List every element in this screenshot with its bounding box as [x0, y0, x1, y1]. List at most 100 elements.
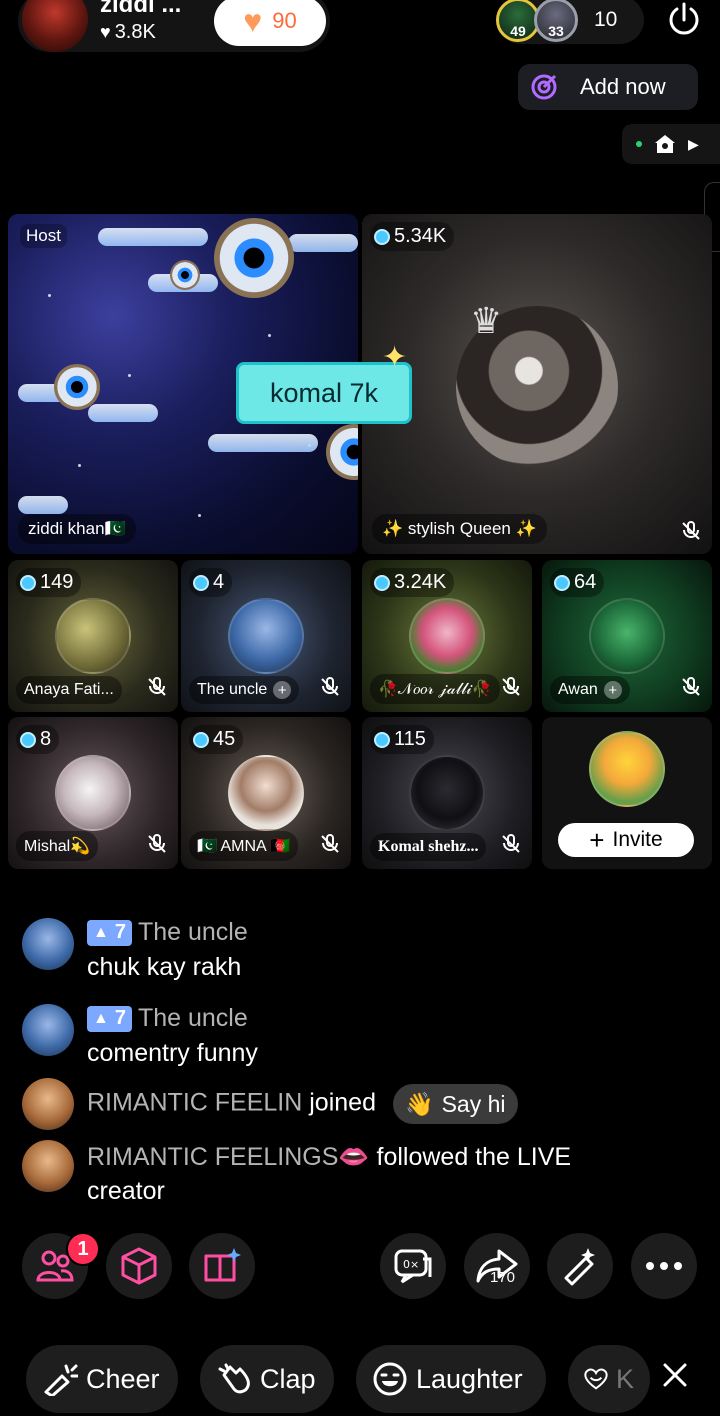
clap-icon — [218, 1363, 250, 1394]
guest-tile[interactable]: 8 Mishal💫 — [8, 717, 178, 869]
invite-button[interactable]: + Invite — [558, 823, 694, 857]
guest-avatar — [409, 755, 485, 831]
coin-icon — [193, 731, 209, 748]
target-icon — [531, 74, 557, 100]
add-now-button[interactable]: Add now — [518, 64, 698, 110]
chat-avatar[interactable] — [22, 1140, 74, 1192]
coin-icon — [374, 228, 390, 245]
guest-name-chip: ✨ stylish Queen ✨ — [372, 514, 547, 544]
guest-name-chip: 🥀𝒩𝑜𝑜𝓇 𝒿𝒶𝓁𝓁𝒾🥀 — [370, 674, 500, 704]
viewers-pill[interactable]: 49 33 10 — [496, 0, 644, 44]
event-action-2: creator — [87, 1177, 165, 1205]
close-icon[interactable] — [660, 1360, 690, 1390]
guest-name: Awan — [558, 681, 598, 698]
cloud-decoration — [288, 234, 358, 252]
more-dots-icon — [646, 1262, 682, 1270]
guest-avatar — [55, 755, 131, 831]
guest-tile[interactable]: 45 🇵🇰 AMNA 🇦🇫 — [181, 717, 351, 869]
chat-message[interactable]: ▲ 7 The uncle chuk kay rakh — [22, 918, 248, 982]
event-username[interactable]: RIMANTIC FEELINGS👄 — [87, 1143, 370, 1171]
invite-tile[interactable]: + Invite — [542, 717, 712, 869]
coin-count: 8 — [40, 728, 52, 750]
magic-wand-icon — [564, 1248, 595, 1286]
more-options-button[interactable] — [631, 1233, 697, 1299]
home-icon — [655, 135, 675, 153]
guest-name-chip: Awan + — [550, 676, 630, 704]
clap-button[interactable]: Clap — [200, 1345, 334, 1413]
guest-avatar — [228, 755, 304, 831]
coin-count-chip: 149 — [16, 568, 82, 597]
follow-count: 90 — [272, 8, 297, 33]
clap-label: Clap — [260, 1363, 316, 1394]
cloud-decoration — [88, 404, 158, 422]
eyeball-sprite — [326, 424, 358, 480]
book-sparkle-icon — [204, 1248, 241, 1282]
mic-muted-icon — [148, 834, 166, 853]
box-button[interactable] — [106, 1233, 172, 1299]
coin-count-chip: 64 — [550, 568, 605, 597]
chat-avatar[interactable] — [22, 918, 74, 970]
comment-settings-button[interactable]: 0× — [380, 1233, 446, 1299]
chat-message[interactable]: ▲ 7 The uncle comentry funny — [22, 1004, 258, 1068]
guest-tile[interactable]: 4 The uncle + — [181, 560, 351, 712]
host-info: ziddi ... ♥ 3.8K — [100, 0, 181, 44]
event-action: followed the LIVE — [376, 1143, 572, 1171]
say-hi-button[interactable]: 👋 Say hi — [392, 1084, 518, 1124]
guest-name: 🇵🇰 AMNA 🇦🇫 — [197, 838, 291, 855]
cube-icon — [121, 1247, 157, 1285]
coin-count: 4 — [213, 571, 225, 593]
guest-tile[interactable]: 115 Komal shehz... — [362, 717, 532, 869]
guest-tile[interactable]: 3.24K 🥀𝒩𝑜𝑜𝓇 𝒿𝒶𝓁𝓁𝒾🥀 — [362, 560, 532, 712]
mic-muted-icon — [502, 834, 520, 853]
coin-count: 3.24K — [394, 571, 447, 593]
plus-icon[interactable]: + — [273, 681, 292, 699]
guest-avatar — [228, 598, 304, 674]
guest-tile-stylish-queen[interactable]: 5.34K ♛ ✨ stylish Queen ✨ — [362, 214, 712, 554]
eyeball-sprite — [170, 260, 200, 290]
guest-name-chip: Mishal💫 — [16, 831, 99, 861]
chat-avatar[interactable] — [22, 1078, 74, 1130]
add-now-label: Add now — [580, 74, 666, 99]
love-reaction-button[interactable]: K — [568, 1345, 650, 1413]
star-decoration — [78, 464, 81, 467]
level-number: 7 — [114, 1007, 126, 1029]
coin-count: 149 — [40, 571, 74, 593]
coin-count: 45 — [213, 728, 236, 750]
say-hi-label: Say hi — [441, 1091, 506, 1117]
power-icon[interactable] — [664, 0, 704, 40]
crown-icon: ♛ — [470, 300, 503, 341]
host-name-chip: ziddi khan🇵🇰 — [18, 514, 136, 544]
laughter-button[interactable]: Laughter — [356, 1345, 546, 1413]
effects-button[interactable] — [547, 1233, 613, 1299]
invite-avatar — [589, 731, 665, 807]
top-viewer-avatar[interactable]: 33 — [534, 0, 578, 42]
host-avatar[interactable] — [22, 0, 88, 52]
mini-panel-bar[interactable]: ▶ — [622, 124, 720, 164]
svg-text:0×: 0× — [403, 1258, 419, 1271]
mic-muted-icon — [682, 521, 700, 540]
cheer-label: Cheer — [86, 1363, 160, 1394]
guest-tile[interactable]: 64 Awan + — [542, 560, 712, 712]
guest-name: Anaya Fati... — [24, 681, 114, 698]
chat-avatar[interactable] — [22, 1004, 74, 1056]
star-decoration — [48, 294, 51, 297]
follow-event: RIMANTIC FEELINGS👄 followed the LIVE cre… — [22, 1140, 571, 1208]
level-icon: ▲ — [93, 923, 109, 941]
heart-icon: ♥ — [243, 3, 263, 39]
guest-name-chip: Anaya Fati... — [16, 676, 122, 704]
book-button[interactable] — [189, 1233, 255, 1299]
share-button[interactable]: 170 — [464, 1233, 530, 1299]
event-username[interactable]: RIMANTIC FEELIN — [87, 1089, 302, 1117]
chat-username[interactable]: The uncle — [138, 918, 248, 947]
live-dot-icon — [636, 141, 642, 147]
follow-button[interactable]: ♥ 90 — [214, 0, 326, 46]
cheer-button[interactable]: Cheer — [26, 1345, 178, 1413]
comment-off-icon: 0× — [394, 1249, 432, 1284]
guest-name: Mishal💫 — [24, 838, 91, 855]
guest-tile[interactable]: 149 Anaya Fati... — [8, 560, 178, 712]
coin-count-chip: 5.34K — [370, 222, 455, 251]
coin-icon — [20, 574, 36, 591]
chat-username[interactable]: The uncle — [138, 1004, 248, 1033]
plus-icon[interactable]: + — [603, 681, 622, 699]
host-likes-count: 3.8K — [114, 20, 156, 43]
